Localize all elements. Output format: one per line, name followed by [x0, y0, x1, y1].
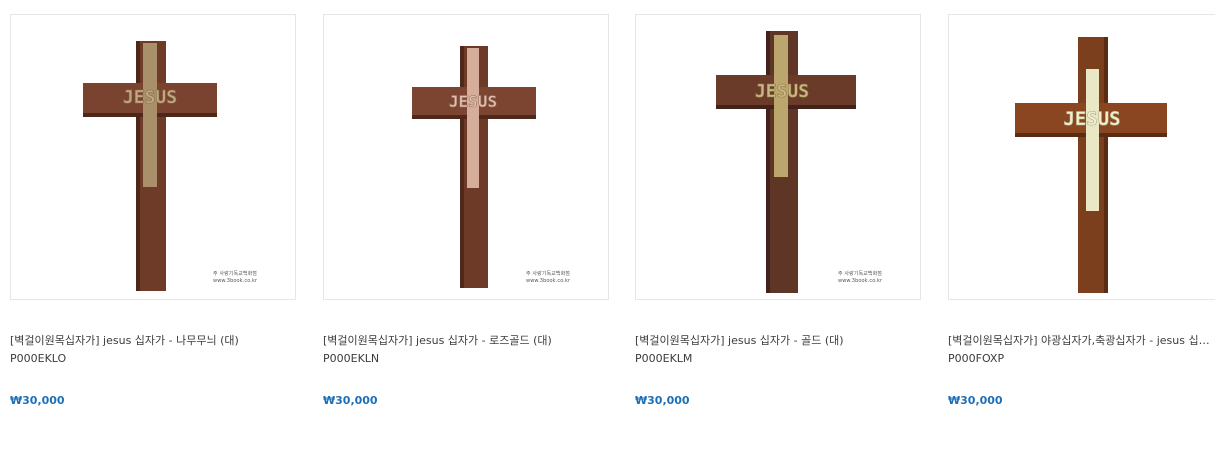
- svg-text:JESUS: JESUS: [449, 92, 497, 111]
- product-code: P000EKLO: [10, 352, 67, 365]
- product-code: P000EKLN: [323, 352, 380, 365]
- product-price: ₩30,000: [948, 394, 1003, 407]
- product-card[interactable]: JESUS 주 사랑기독교백화점 www.3book.co.kr [벽걸이원목십…: [635, 14, 921, 408]
- svg-text:JESUS: JESUS: [755, 81, 809, 102]
- product-card[interactable]: JESUS 주 사랑기독교백화점 www.3book.co.kr [벽걸이원목십…: [10, 14, 296, 408]
- product-code: P000EKLM: [635, 352, 693, 365]
- product-price: ₩30,000: [635, 394, 690, 407]
- product-thumbnail[interactable]: JESUS: [948, 14, 1215, 300]
- watermark: 주 사랑기독교백화점 www.3book.co.kr: [213, 271, 258, 284]
- product-card[interactable]: JESUS 주 사랑기독교백화점 www.3book.co.kr [벽걸이원목십…: [323, 14, 609, 408]
- product-name-link[interactable]: [벽걸이원목십자가] jesus 십자가 - 로즈골드 (대): [323, 333, 587, 348]
- product-thumbnail[interactable]: JESUS 주 사랑기독교백화점 www.3book.co.kr: [635, 14, 921, 300]
- product-price: ₩30,000: [10, 394, 65, 407]
- wooden-cross-image: JESUS 주 사랑기독교백화점 www.3book.co.kr: [642, 21, 914, 293]
- wooden-cross-image: JESUS: [985, 21, 1197, 293]
- svg-text:JESUS: JESUS: [123, 87, 177, 108]
- product-code: P000FOXP: [948, 352, 1005, 365]
- product-name-link[interactable]: [벽걸이원목십자가] jesus 십자가 - 나무무늬 (대): [10, 333, 274, 348]
- product-name-link[interactable]: [벽걸이원목십자가] jesus 십자가 - 골드 (대): [635, 333, 899, 348]
- product-name-link[interactable]: [벽걸이원목십자가] 야광십자가,축광십자가 - jesus 십자가 (대): [948, 333, 1212, 348]
- product-card[interactable]: JESUS [벽걸이원목십자가] 야광십자가,축광십자가 - jesus 십자가…: [948, 14, 1215, 408]
- watermark: 주 사랑기독교백화점 www.3book.co.kr: [526, 271, 571, 284]
- watermark: 주 사랑기독교백화점 www.3book.co.kr: [838, 271, 883, 284]
- svg-text:JESUS: JESUS: [1063, 108, 1120, 130]
- wooden-cross-image: JESUS 주 사랑기독교백화점 www.3book.co.kr: [330, 21, 602, 293]
- wooden-cross-image: JESUS 주 사랑기독교백화점 www.3book.co.kr: [17, 21, 289, 293]
- product-thumbnail[interactable]: JESUS 주 사랑기독교백화점 www.3book.co.kr: [10, 14, 296, 300]
- product-thumbnail[interactable]: JESUS 주 사랑기독교백화점 www.3book.co.kr: [323, 14, 609, 300]
- product-price: ₩30,000: [323, 394, 378, 407]
